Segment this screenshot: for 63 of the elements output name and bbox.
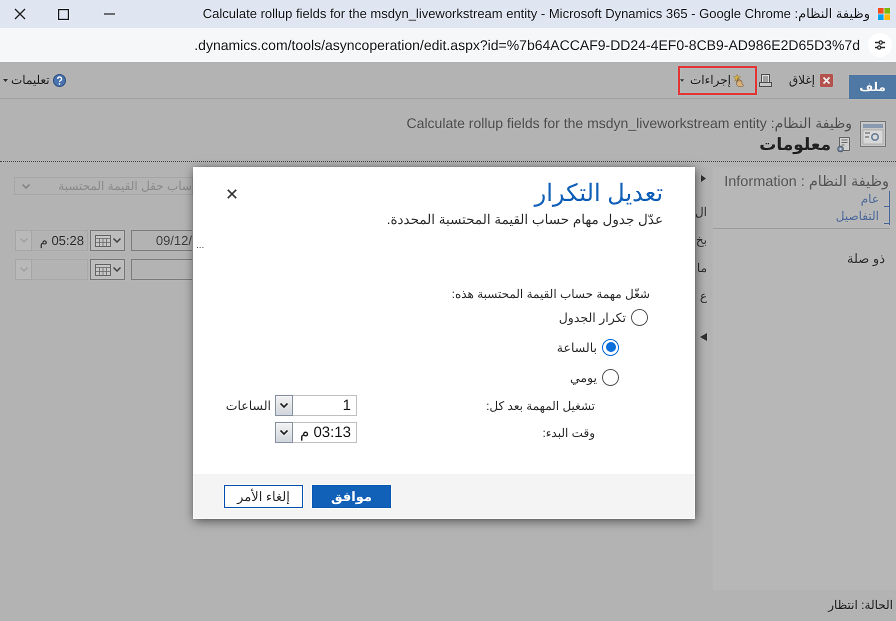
close-command-button[interactable]: إغلاق [786,70,835,90]
triangle-right-icon[interactable] [701,175,706,182]
close-icon [14,8,26,20]
radio-button[interactable] [602,368,619,386]
input-field[interactable]: 03:13 م [293,422,357,443]
calendar-button[interactable] [90,259,125,280]
radio-label[interactable]: بالساعة [556,340,597,354]
triangle-left-icon[interactable] [700,333,707,341]
dropdown-button[interactable] [275,422,293,443]
status-text: الحالة: انتظار [828,597,894,613]
field-label: ع [700,288,707,305]
chevron-down-icon [112,238,120,243]
record-title: وظيفة النظام: Calculate rollup fields for the msdyn_liveworkstream entity [406,115,852,132]
logo-icon [878,8,890,20]
chevron-down-icon [280,403,288,408]
dialog-subtitle: عدّل جدول مهام حساب القيمة المحتسبة المحددة. [386,211,664,229]
actions-menu-button[interactable]: إجراءات [678,66,757,94]
dropdown-button[interactable] [275,395,293,416]
form-icon [860,121,886,147]
calendar-icon [94,264,110,276]
close-icon [227,189,237,199]
field-label: بخ [696,232,707,249]
printer-icon [758,74,772,86]
maximize-icon [58,8,68,20]
radio-button[interactable] [631,308,648,326]
document-icon [836,136,852,152]
form-name: معلومات [759,134,831,155]
cancel-button[interactable]: إلغاء الأمر [224,485,303,508]
date-field[interactable]: 09/12/ [131,230,192,251]
chevron-down-icon [20,267,28,272]
radio-label[interactable]: تكرار الجدول [558,310,626,324]
radio-label[interactable]: يومي [570,370,597,384]
chevron-down-icon [22,184,30,188]
unit-label: الساعات [226,398,271,413]
prompt-label: شغّل مهمة حساب القيمة المحتسبة هذه: [452,286,651,302]
chevron-down-icon [112,267,120,272]
site-settings-icon[interactable] [868,33,892,57]
field-label: ما [696,260,707,277]
calendar-button[interactable] [90,230,125,251]
calendar-icon [94,234,110,246]
radio-button[interactable] [602,338,619,356]
panel-title: وظيفة النظام : Information [724,173,890,191]
close-icon [820,74,833,86]
minimize-icon [104,13,114,15]
time-field[interactable]: 05:28 م [32,230,88,251]
ok-button[interactable]: موافق [312,485,391,508]
input-field[interactable]: 1 [293,395,357,416]
close-button[interactable] [226,188,238,200]
field-label: وقت البدء: [541,426,595,440]
chevron-down-icon [280,430,288,435]
caret-icon [3,78,8,82]
date-field[interactable] [131,259,192,280]
related-label[interactable]: ذو صلة [847,251,890,267]
window-title: وظيفة النظام: Calculate rollup fields for the msdyn_liveworkstream entity - Microsoft Dynamics 365 - Google Chrome [202,6,871,22]
dialog-title: تعديل التكرار [534,179,663,209]
help-menu-button[interactable]: تعليمات [0,73,66,87]
field-label: ال [694,204,707,221]
help-icon [52,74,66,86]
chevron-down-icon [20,238,28,243]
field-label: تشغيل المهمة بعد كل: [485,398,595,412]
caret-icon [680,78,684,82]
file-tab[interactable]: ملف [849,75,896,99]
ellipsis-text: ... [196,240,204,251]
